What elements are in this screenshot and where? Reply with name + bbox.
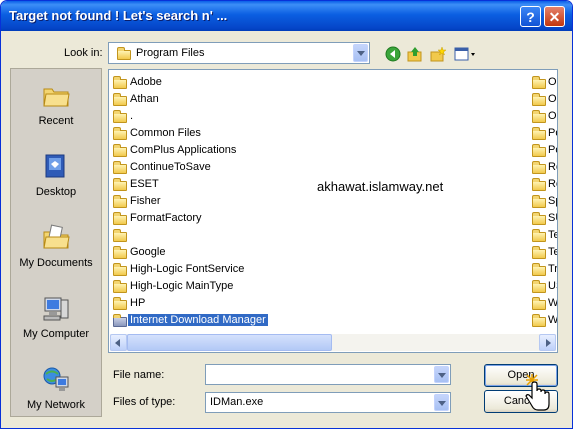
folder-icon (117, 47, 131, 60)
list-item[interactable]: Po (532, 143, 557, 159)
folder-icon (532, 212, 546, 225)
place-my-documents[interactable]: My Documents (11, 223, 101, 269)
place-label: My Documents (19, 257, 93, 269)
list-item[interactable]: W (532, 296, 557, 312)
place-label: Recent (38, 115, 74, 127)
close-button[interactable]: ✕ (544, 6, 565, 27)
folder-icon (532, 195, 546, 208)
folder-icon (532, 93, 546, 106)
list-item[interactable]: Te (532, 228, 557, 244)
place-my-network[interactable]: My Network (11, 365, 101, 411)
chevron-down-icon[interactable] (353, 44, 368, 62)
place-label: Desktop (35, 186, 77, 198)
my-documents-icon (43, 224, 70, 249)
back-icon[interactable] (385, 46, 401, 62)
folder-icon (532, 161, 546, 174)
list-item[interactable]: Tr (532, 262, 557, 278)
place-label: My Computer (22, 328, 90, 340)
scroll-right-icon[interactable] (539, 334, 556, 351)
chevron-down-icon[interactable] (434, 394, 449, 411)
folder-icon (113, 314, 127, 327)
places-bar: Recent Desktop My Documents My Computer … (10, 68, 102, 417)
file-list-column-2: O O O Po Po Re Re Sp SU Te Te Tr US W W (530, 70, 557, 327)
folder-icon (113, 110, 127, 123)
file-type-dropdown[interactable]: IDMan.exe (205, 392, 451, 413)
file-list[interactable]: Adobe Athan . Common Files ComPlus Appli… (108, 69, 558, 353)
folder-icon (113, 280, 127, 293)
scroll-left-icon[interactable] (110, 334, 127, 351)
list-item[interactable]: Re (532, 160, 557, 176)
title-bar[interactable]: Target not found ! Let's search n' ... ?… (1, 1, 572, 31)
my-computer-icon (43, 297, 69, 321)
folder-icon (532, 297, 546, 310)
new-folder-icon[interactable] (430, 46, 446, 62)
desktop-icon (45, 154, 65, 178)
chevron-down-icon[interactable] (434, 366, 449, 383)
list-item[interactable]: US (532, 279, 557, 295)
folder-icon (532, 144, 546, 157)
dialog-title: Target not found ! Let's search n' ... (9, 8, 228, 23)
look-in-value: Program Files (136, 47, 205, 59)
folder-icon (113, 93, 127, 106)
folder-icon (113, 297, 127, 310)
list-item[interactable]: O (532, 92, 557, 108)
folder-icon (532, 178, 546, 191)
file-name-label: File name: (113, 369, 165, 381)
hand-cursor-icon (525, 374, 550, 411)
list-item[interactable]: O (532, 109, 557, 125)
place-my-computer[interactable]: My Computer (11, 294, 101, 340)
folder-icon (113, 229, 127, 242)
up-folder-icon[interactable] (407, 46, 423, 62)
folder-icon (532, 110, 546, 123)
folder-icon (113, 127, 127, 140)
recent-icon (43, 88, 70, 107)
file-type-label: Files of type: (113, 396, 176, 408)
list-item[interactable]: SU (532, 211, 557, 227)
folder-icon (532, 127, 546, 140)
file-type-value: IDMan.exe (210, 396, 264, 408)
open-file-dialog: Target not found ! Let's search n' ... ?… (0, 0, 573, 429)
folder-icon (113, 76, 127, 89)
folder-icon (532, 229, 546, 242)
folder-icon (113, 144, 127, 157)
folder-icon (113, 195, 127, 208)
file-name-input[interactable] (205, 364, 451, 385)
list-item[interactable]: Re (532, 177, 557, 193)
list-item[interactable]: Sp (532, 194, 557, 210)
list-item[interactable]: O (532, 75, 557, 91)
place-recent[interactable]: Recent (11, 81, 101, 127)
place-label: My Network (26, 399, 86, 411)
view-menu-icon[interactable] (454, 46, 476, 62)
folder-icon (113, 246, 127, 259)
folder-icon (113, 263, 127, 276)
folder-icon (532, 263, 546, 276)
folder-icon (113, 212, 127, 225)
list-item[interactable]: W (532, 313, 557, 329)
list-item[interactable]: Po (532, 126, 557, 142)
folder-icon (113, 178, 127, 191)
watermark-text: akhawat.islamway.net (317, 179, 444, 194)
folder-icon (532, 246, 546, 259)
folder-icon (113, 161, 127, 174)
my-network-icon (43, 367, 69, 391)
help-button[interactable]: ? (520, 6, 541, 27)
folder-icon (532, 314, 546, 327)
scroll-thumb[interactable] (127, 334, 332, 351)
look-in-dropdown[interactable]: Program Files (108, 42, 370, 64)
folder-icon (532, 76, 546, 89)
horizontal-scrollbar[interactable] (110, 334, 556, 351)
folder-icon (532, 280, 546, 293)
look-in-label: Look in: (64, 47, 103, 59)
place-desktop[interactable]: Desktop (11, 152, 101, 198)
list-item[interactable]: Te (532, 245, 557, 261)
